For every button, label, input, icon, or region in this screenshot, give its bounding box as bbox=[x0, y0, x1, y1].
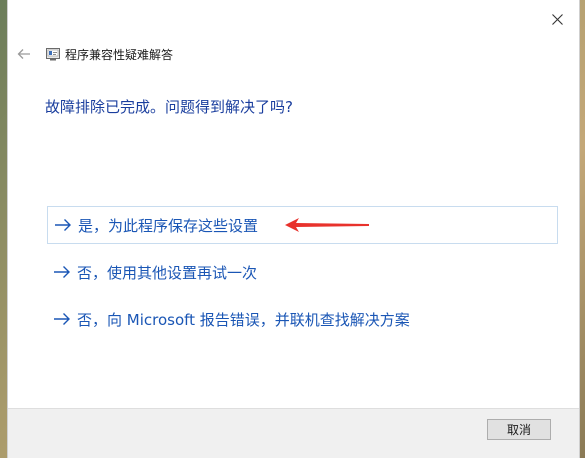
option-report-error[interactable]: 否，向 Microsoft 报告错误，并联机查找解决方案 bbox=[47, 300, 558, 338]
arrow-right-icon bbox=[53, 311, 73, 327]
close-icon bbox=[551, 13, 563, 25]
red-pointer-arrow bbox=[285, 218, 369, 232]
window-header: 程序兼容性疑难解答 bbox=[14, 44, 173, 64]
back-arrow-icon bbox=[17, 49, 30, 59]
compatibility-troubleshooter-icon bbox=[46, 47, 60, 61]
troubleshooter-window: 程序兼容性疑难解答 故障排除已完成。问题得到解决了吗? 是，为此程序保存这些设置… bbox=[7, 0, 580, 458]
desktop-background: 程序兼容性疑难解答 故障排除已完成。问题得到解决了吗? 是，为此程序保存这些设置… bbox=[0, 0, 585, 458]
window-title: 程序兼容性疑难解答 bbox=[65, 47, 174, 62]
option-label: 是，为此程序保存这些设置 bbox=[78, 216, 259, 235]
arrow-right-icon bbox=[53, 264, 73, 280]
cancel-button[interactable]: 取消 bbox=[487, 419, 551, 440]
back-button[interactable] bbox=[14, 44, 34, 64]
option-label: 否，向 Microsoft 报告错误，并联机查找解决方案 bbox=[77, 310, 410, 329]
result-question: 故障排除已完成。问题得到解决了吗? bbox=[45, 98, 293, 116]
option-try-again[interactable]: 否，使用其他设置再试一次 bbox=[47, 253, 558, 291]
option-label: 否，使用其他设置再试一次 bbox=[77, 263, 258, 282]
dialog-footer: 取消 bbox=[8, 408, 579, 458]
arrow-right-icon bbox=[54, 217, 74, 233]
close-button[interactable] bbox=[543, 8, 571, 30]
